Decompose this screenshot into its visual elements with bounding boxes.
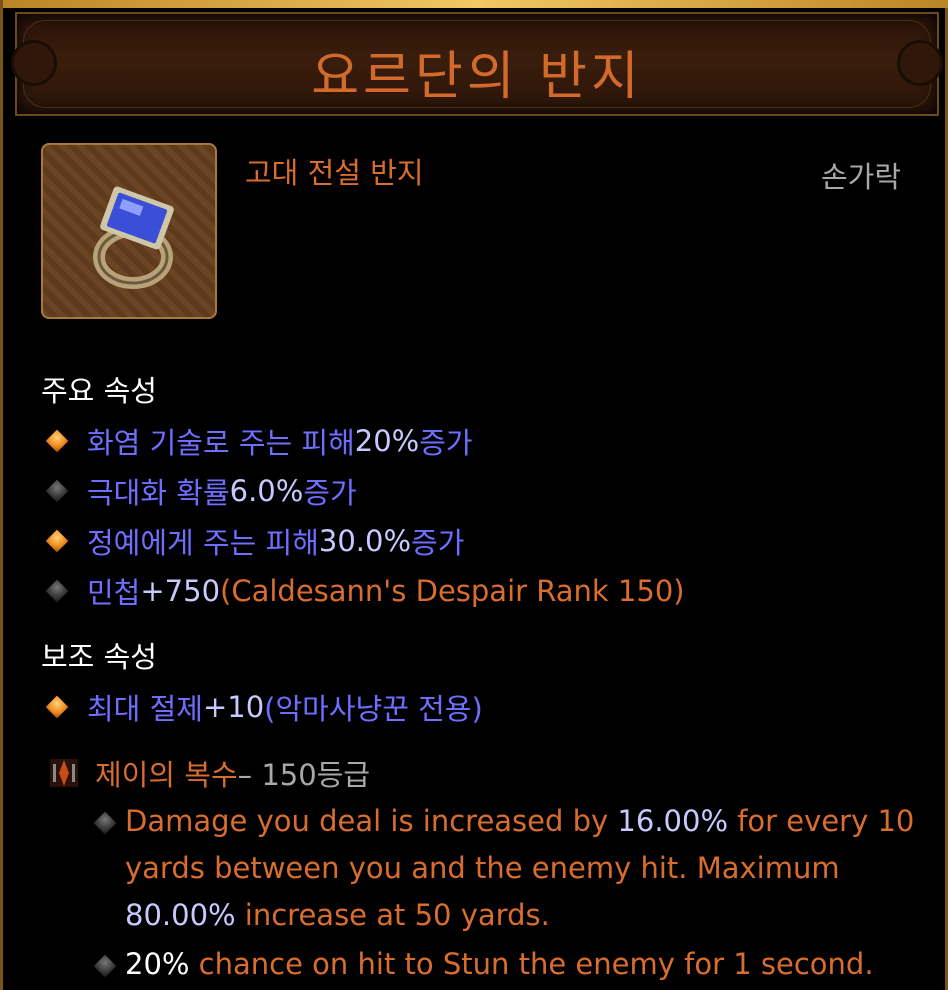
item-icon-frame	[41, 143, 217, 319]
effect-text: Damage you deal is increased by	[125, 804, 618, 838]
stat-value: 30.0%	[318, 524, 412, 558]
legendary-gem-rank: – 150등급	[237, 758, 371, 792]
stat-label: 화염 기술로 주는 피해	[87, 426, 355, 460]
item-slot: 손가락	[820, 160, 901, 194]
bullet-icon	[45, 695, 69, 719]
primary-stat: 극대화 확률 6.0% 증가	[43, 470, 357, 512]
ring-icon	[93, 186, 174, 289]
stat-label: 민첩	[87, 576, 141, 610]
bullet-icon	[45, 479, 69, 503]
secondary-heading: 보조 속성	[41, 640, 157, 674]
bullet-icon	[45, 429, 69, 453]
bullet-icon	[45, 579, 69, 603]
stat-label: 극대화 확률	[87, 476, 230, 510]
legendary-gem-name: 제이의 복수	[95, 758, 238, 792]
stat-suffix: 증가	[419, 426, 473, 460]
stat-label: 정예에게 주는 피해	[87, 526, 319, 560]
bullet-icon	[45, 529, 69, 553]
stat-label: 최대 절제	[87, 692, 203, 726]
effect-text: increase at 50 yards.	[235, 898, 550, 932]
stat-suffix: (Caldesann's Despair Rank 150)	[220, 574, 685, 608]
effect-value: 16.00%	[617, 804, 728, 838]
legendary-gem-icon	[50, 759, 78, 787]
stat-value: 20%	[354, 424, 420, 458]
effect-text: for every 10	[728, 804, 915, 838]
effect-value: 20%	[125, 947, 190, 981]
title-banner: 요르단의 반지	[11, 12, 943, 116]
bullet-icon	[93, 954, 117, 978]
stat-value: +750	[140, 574, 221, 608]
primary-stat: 민첩 +750 (Caldesann's Despair Rank 150)	[43, 570, 685, 612]
item-type: 고대 전설 반지	[245, 156, 424, 190]
primary-stat: 화염 기술로 주는 피해 20% 증가	[43, 420, 473, 462]
top-border	[3, 0, 948, 8]
effect-text: chance on hit to Stun the enemy for 1 se…	[189, 947, 874, 981]
stat-value: 6.0%	[229, 474, 304, 508]
tooltip-frame: 요르단의 반지 고대 전설 반지 손가락 주요 속성 화염 기술로 주는 피해 …	[0, 0, 948, 990]
legendary-gem-row: 제이의 복수 – 150등급	[47, 752, 370, 794]
legendary-effect-1: Damage you deal is increased by 16.00% f…	[125, 798, 914, 939]
stat-suffix: 증가	[303, 476, 357, 510]
item-title: 요르단의 반지	[311, 47, 643, 107]
bullet-icon	[93, 811, 117, 835]
effect-text: yards between you and the enemy hit. Max…	[125, 851, 840, 885]
secondary-stat: 최대 절제 +10 (악마사냥꾼 전용)	[43, 686, 483, 728]
legendary-effect-2: 20% chance on hit to Stun the enemy for …	[125, 941, 874, 988]
effect-value: 80.00%	[125, 898, 236, 932]
primary-heading: 주요 속성	[41, 374, 157, 408]
primary-stat: 정예에게 주는 피해 30.0% 증가	[43, 520, 464, 562]
stat-value: +10	[202, 690, 265, 724]
stat-suffix: (악마사냥꾼 전용)	[264, 692, 483, 726]
stat-suffix: 증가	[411, 526, 465, 560]
